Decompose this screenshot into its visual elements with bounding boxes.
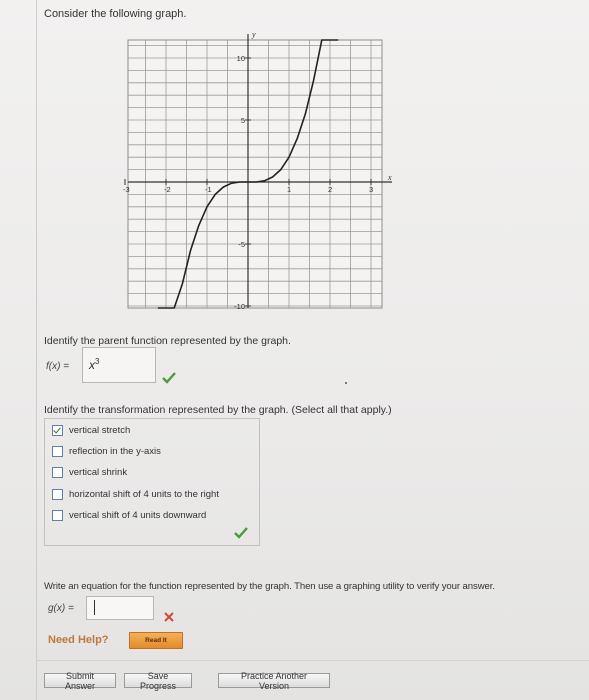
transformation-prompt: Identify the transformation represented …	[44, 404, 392, 416]
option-vertical-shift[interactable]: vertical shift of 4 units downward	[52, 508, 206, 522]
y-tick-label: -10	[234, 302, 245, 311]
checkbox-vertical-shift[interactable]	[52, 509, 63, 521]
y-tick-label: -5	[238, 240, 245, 249]
option-label: vertical shift of 4 units downward	[69, 509, 207, 521]
parent-function-answer: x3	[89, 357, 100, 372]
x-tick-label: -3	[123, 185, 130, 194]
parent-function-prompt: Identify the parent function represented…	[44, 335, 291, 347]
parent-function-answer-box[interactable]: x3	[82, 347, 156, 383]
equation-input[interactable]	[86, 596, 154, 620]
checkbox-horizontal-shift[interactable]	[52, 488, 63, 500]
option-vertical-stretch[interactable]: vertical stretch	[52, 423, 130, 437]
page: Consider the following graph. x y -3 -2 -1 1 2…	[0, 0, 589, 700]
checkbox-reflection-y-axis[interactable]	[52, 445, 63, 457]
text-cursor	[94, 600, 95, 615]
footer-divider	[36, 660, 589, 661]
x-tick-label: 1	[287, 185, 291, 194]
option-label: vertical stretch	[69, 424, 131, 436]
incorrect-x-icon	[164, 612, 174, 622]
correct-check-icon	[162, 372, 176, 384]
checkbox-vertical-shrink[interactable]	[52, 466, 63, 478]
y-tick-label: 10	[237, 54, 245, 63]
read-it-button[interactable]: Read It	[129, 632, 183, 649]
x-axis-label: x	[387, 173, 392, 182]
save-progress-button[interactable]: Save Progress	[124, 671, 192, 691]
x-tick-label: 3	[369, 185, 373, 194]
transformation-options-panel	[44, 418, 260, 546]
stray-dot	[345, 382, 347, 384]
y-tick-label: 5	[241, 116, 245, 125]
x-tick-label: -2	[164, 185, 171, 194]
x-tick-label: -1	[205, 185, 212, 194]
cubic-graph: x y -3 -2 -1 1 2 3 10 5 -5 -10	[123, 30, 392, 311]
option-vertical-shrink[interactable]: vertical shrink	[52, 465, 127, 479]
fx-label: f(x) =	[46, 361, 70, 372]
option-horizontal-shift[interactable]: horizontal shift of 4 units to the right	[52, 487, 219, 501]
gx-label: g(x) =	[48, 603, 74, 614]
need-help-label: Need Help?	[48, 634, 109, 646]
y-axis-label: y	[251, 30, 256, 39]
checkbox-vertical-stretch[interactable]	[52, 424, 63, 436]
practice-another-version-button[interactable]: Practice Another Version	[218, 671, 330, 691]
submit-answer-button[interactable]: Submit Answer	[44, 671, 116, 691]
equation-prompt: Write an equation for the function repre…	[44, 581, 495, 592]
x-tick-label: 2	[328, 185, 332, 194]
question-heading: Consider the following graph.	[44, 8, 187, 20]
option-label: vertical shrink	[69, 466, 128, 478]
option-label: horizontal shift of 4 units to the right	[69, 488, 219, 500]
option-reflection-y-axis[interactable]: reflection in the y-axis	[52, 444, 161, 458]
option-label: reflection in the y-axis	[69, 445, 161, 457]
correct-check-icon	[234, 527, 248, 539]
